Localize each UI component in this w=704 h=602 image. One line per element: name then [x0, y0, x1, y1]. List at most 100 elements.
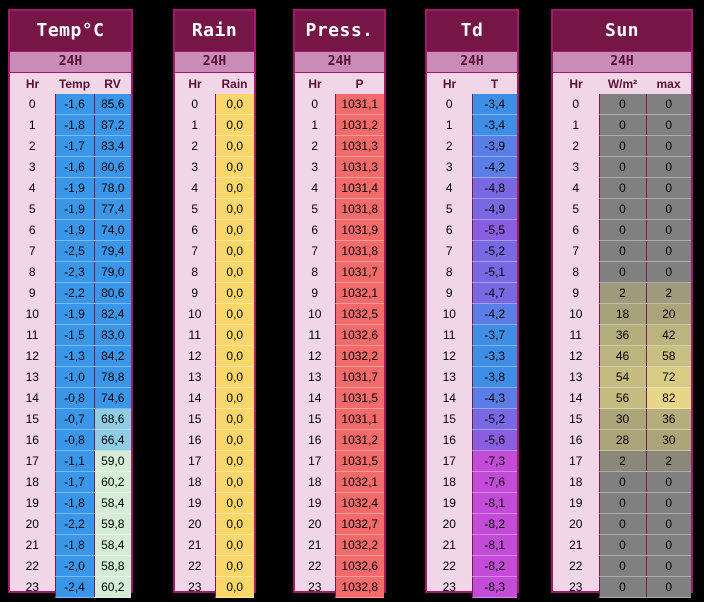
temperature-table: Hr Temp RV 0 -1,6 85,6 1 -1,8 87,2 2 -1,7 83,4 3-…	[10, 73, 131, 598]
rv-value-cell: 85,6	[93, 94, 131, 115]
dewpoint-title: Td	[427, 11, 517, 51]
hour-cell: 6	[445, 223, 453, 237]
hour-cell: 22	[442, 559, 456, 573]
table-row: 8 1031,7	[295, 261, 384, 283]
pressure-value-cell: 1031,7	[334, 261, 384, 283]
rain-value-cell: 0,0	[214, 94, 254, 115]
table-row: 15 -0,7 68,6	[10, 408, 131, 430]
table-row: 5 00	[553, 198, 691, 220]
hour-cell: 22	[569, 559, 583, 573]
hour-cell: 14	[308, 391, 322, 405]
table-row: 9 22	[553, 282, 691, 304]
sun-table: Hr W/m² max 0001002003004005006007008009…	[553, 73, 691, 598]
hour-cell: 20	[308, 517, 322, 531]
sun-max-cell: 0	[645, 219, 691, 241]
table-row: 19 -8,1	[427, 492, 517, 514]
table-row: 23 0 0	[553, 576, 691, 598]
pressure-value-cell: 1031,1	[334, 94, 384, 115]
rain-panel: Rain 24H Hr Rain 0 0,0 1 0,0 2 0,0 3 0,0 4 0,0 5 0,…	[173, 9, 256, 598]
table-row: 7 -2,5 79,4	[10, 240, 131, 262]
hour-cell: 18	[25, 475, 39, 489]
rv-value-cell: 79,4	[93, 240, 131, 262]
table-row: 17 2 2	[553, 450, 691, 472]
temp-value-cell: -0,7	[54, 408, 94, 430]
col-header-hr: Hr	[569, 76, 583, 91]
sun-wm2-cell: 54	[598, 366, 646, 388]
sun-wm2-cell: 0	[598, 513, 646, 535]
sun-max-cell: 0	[645, 261, 691, 283]
table-row: 16 -5,6	[427, 429, 517, 451]
table-row: 14 1031,5	[295, 387, 384, 409]
dewpoint-value-cell: -4,8	[471, 177, 517, 199]
sun-wm2-cell: 46	[598, 345, 646, 367]
hour-cell: 10	[308, 307, 322, 321]
pressure-value-cell: 1032,4	[334, 492, 384, 514]
rv-value-cell: 74,6	[93, 387, 131, 409]
col-header-t: T	[490, 76, 499, 91]
sun-max-cell: 0	[645, 94, 691, 115]
sun-max-cell: 0	[645, 513, 691, 535]
hour-cell: 13	[308, 370, 322, 384]
sun-wm2-cell: 0	[598, 492, 646, 514]
dewpoint-value-cell: -3,9	[471, 135, 517, 157]
hour-cell: 7	[191, 244, 199, 258]
rain-value-cell: 0,0	[214, 156, 254, 178]
table-row: 0 1031,1	[295, 94, 384, 115]
dewpoint-value-cell: -5,5	[471, 219, 517, 241]
rv-value-cell: 68,6	[93, 408, 131, 430]
table-row: 3 -4,2	[427, 156, 517, 178]
table-row: 2 00	[553, 135, 691, 157]
pressure-value-cell: 1032,5	[334, 303, 384, 325]
hour-cell: 18	[569, 475, 583, 489]
rain-value-cell: 0,0	[214, 576, 254, 598]
rain-value-cell: 0,0	[214, 408, 254, 430]
pressure-value-cell: 1031,2	[334, 429, 384, 451]
hour-cell: 8	[572, 265, 580, 279]
sun-wm2-cell: 0	[598, 114, 646, 136]
hour-cell: 10	[25, 307, 39, 321]
table-row: 8 -5,1	[427, 261, 517, 283]
table-row: 14 -0,8 74,6	[10, 387, 131, 409]
sun-title: Sun	[553, 11, 691, 51]
table-row: 15 30 36	[553, 408, 691, 430]
sun-wm2-cell: 0	[598, 198, 646, 220]
hour-cell: 5	[311, 202, 319, 216]
dewpoint-table: Hr T 0 -3,4 1 -3,4 2 -3,9 3 -4,2 4 -4,8 5 -4,9 6 -5,5…	[427, 73, 517, 598]
table-row: 3 1031,3	[295, 156, 384, 178]
temperature-subtitle: 24H	[10, 51, 131, 73]
table-row: 8 0,0	[175, 261, 254, 283]
table-row: 1 1031,2	[295, 114, 384, 136]
pressure-value-cell: 1031,8	[334, 240, 384, 262]
temp-value-cell: -0,8	[54, 429, 94, 451]
table-row: 10 -4,2	[427, 303, 517, 325]
sun-wm2-cell: 36	[598, 324, 646, 346]
hour-cell: 8	[311, 265, 319, 279]
rv-value-cell: 84,2	[93, 345, 131, 367]
hour-cell: 15	[442, 412, 456, 426]
hour-cell: 7	[28, 244, 36, 258]
table-row: 16 28 30	[553, 429, 691, 451]
sun-wm2-cell: 30	[598, 408, 646, 430]
hour-cell: 9	[311, 286, 319, 300]
hour-cell: 1	[28, 118, 36, 132]
hour-cell: 1	[191, 118, 199, 132]
temperature-panel: Temp°C 24H Hr Temp RV 0 -1,6 85,6 1 -1,8 87,2…	[8, 9, 133, 598]
table-row: 18 0,0	[175, 471, 254, 493]
dewpoint-value-cell: -5,2	[471, 408, 517, 430]
pressure-value-cell: 1031,9	[334, 219, 384, 241]
hour-cell: 5	[191, 202, 199, 216]
table-row: 000	[553, 94, 691, 115]
table-row: 22 -2,0 58,8	[10, 555, 131, 577]
hour-cell: 12	[188, 349, 202, 363]
dewpoint-value-cell: -8,1	[471, 492, 517, 514]
table-row: 6 1031,9	[295, 219, 384, 241]
dewpoint-value-cell: -4,7	[471, 282, 517, 304]
table-row: 2 -3,9	[427, 135, 517, 157]
table-row: 9 -2,2 80,6	[10, 282, 131, 304]
sun-wm2-cell: 0	[598, 534, 646, 556]
temp-value-cell: -1,6	[54, 156, 94, 178]
sun-wm2-cell: 0	[598, 219, 646, 241]
rain-value-cell: 0,0	[214, 303, 254, 325]
table-row: 22 0,0	[175, 555, 254, 577]
table-row: 12 -3,3	[427, 345, 517, 367]
